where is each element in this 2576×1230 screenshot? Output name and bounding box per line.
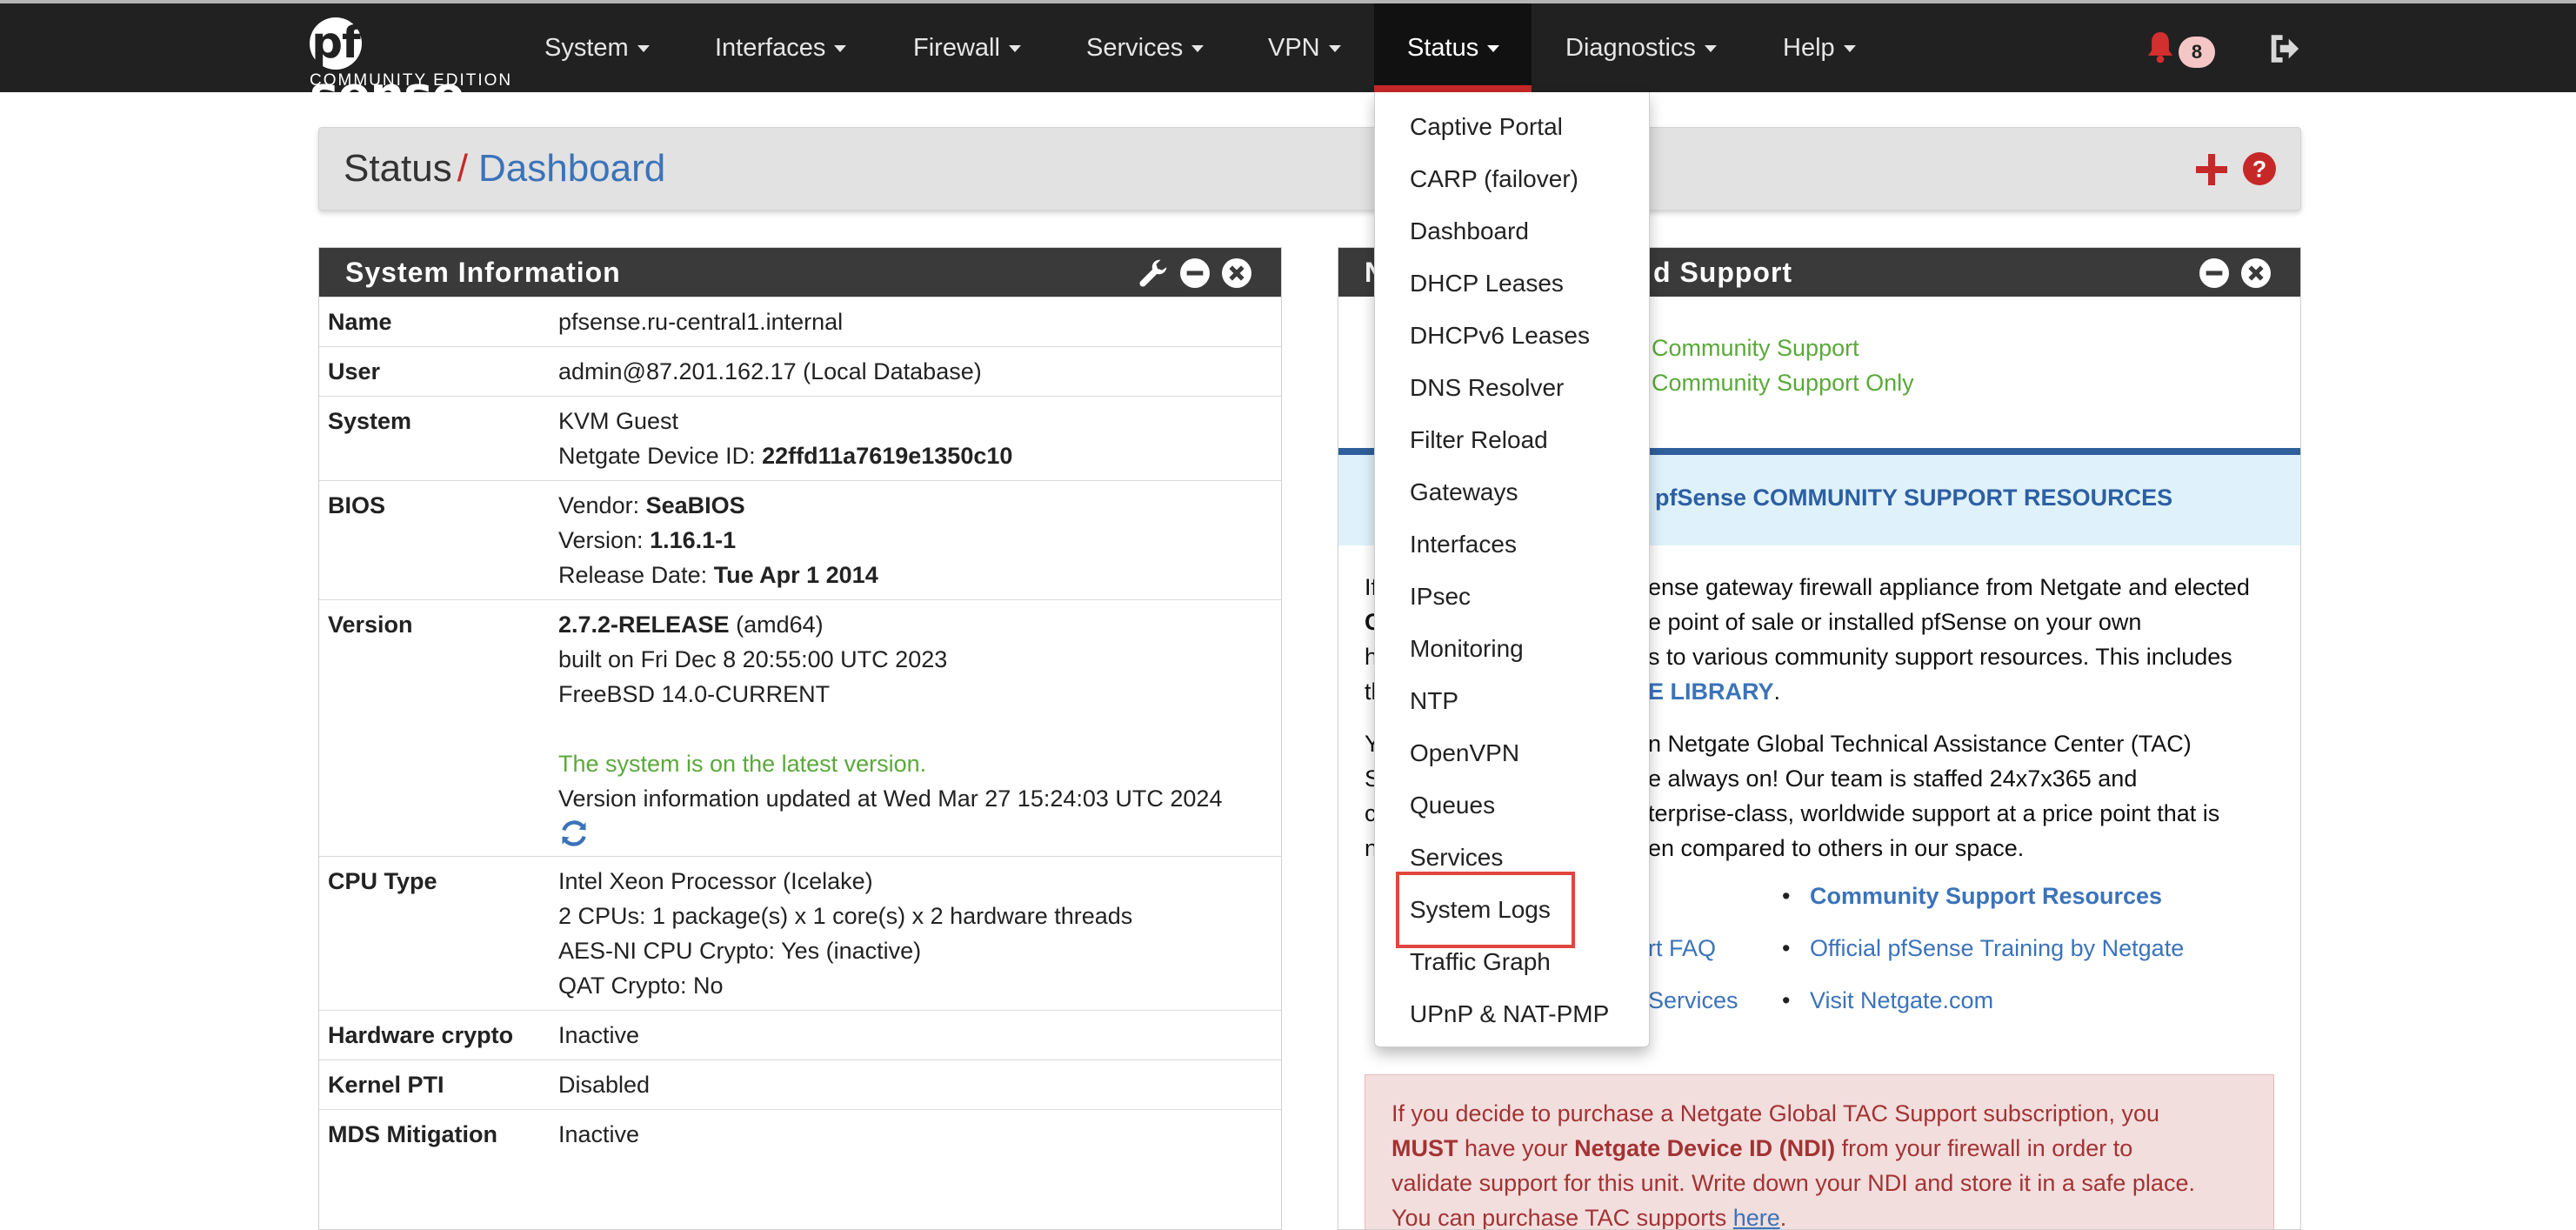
row-label: CPU Type xyxy=(319,856,550,1011)
logo-edition: COMMUNITY EDITION xyxy=(310,71,513,90)
device-id-value: 22ffd11a7619e1350c10 xyxy=(762,443,1013,469)
menu-item-queues[interactable]: Queues xyxy=(1410,788,1495,823)
menu-item-ipsec[interactable]: IPsec xyxy=(1410,579,1471,614)
minimize-icon[interactable] xyxy=(2199,258,2229,288)
status-dropdown-menu: Captive Portal CARP (failover) Dashboard… xyxy=(1374,92,1650,1047)
minimize-icon[interactable] xyxy=(1180,258,1210,288)
svg-text:?: ? xyxy=(2252,157,2266,183)
chevron-down-icon xyxy=(834,45,847,53)
table-row: System KVM Guest Netgate Device ID: 22ff… xyxy=(319,396,1281,481)
list-item: • Visit Netgate.com xyxy=(1782,987,1994,1013)
menu-item-interfaces[interactable]: Interfaces xyxy=(1410,527,1517,562)
hostname-value: pfsense.ru-central1.internal xyxy=(550,297,1281,347)
system-value: KVM Guest Netgate Device ID: 22ffd11a761… xyxy=(550,396,1281,481)
row-label: Hardware crypto xyxy=(319,1010,550,1060)
add-widget-icon[interactable] xyxy=(2194,152,2229,187)
chevron-down-icon xyxy=(1328,45,1341,53)
menu-item-upnp[interactable]: UPnP & NAT-PMP xyxy=(1410,997,1609,1032)
user-value: admin@87.201.162.17 (Local Database) xyxy=(550,346,1281,397)
nav-interfaces[interactable]: Interfaces xyxy=(715,3,847,92)
chevron-down-icon xyxy=(1191,45,1205,53)
refresh-icon[interactable] xyxy=(558,818,590,849)
table-row: Kernel PTI Disabled xyxy=(319,1060,1281,1110)
visit-netgate-link[interactable]: Visit Netgate.com xyxy=(1810,987,1993,1013)
menu-item-captive-portal[interactable]: Captive Portal xyxy=(1410,110,1563,144)
nav-vpn[interactable]: VPN xyxy=(1268,3,1341,92)
breadcrumb: Status / Dashboard ? xyxy=(318,127,2301,211)
table-row: CPU Type Intel Xeon Processor (Icelake) … xyxy=(319,856,1281,1011)
chevron-down-icon xyxy=(1487,45,1500,53)
menu-item-filter-reload[interactable]: Filter Reload xyxy=(1410,423,1548,458)
close-icon[interactable] xyxy=(1222,258,1251,288)
row-label: System xyxy=(319,396,550,481)
bios-value: Vendor: SeaBIOS Version: 1.16.1-1 Releas… xyxy=(550,480,1281,600)
nav-firewall[interactable]: Firewall xyxy=(913,3,1021,92)
breadcrumb-section: Status xyxy=(344,147,452,190)
menu-item-monitoring[interactable]: Monitoring xyxy=(1410,632,1524,666)
support-status-line: Community Support Only xyxy=(1652,370,1914,396)
table-row: Name pfsense.ru-central1.internal xyxy=(319,297,1281,347)
menu-item-dhcp-leases[interactable]: DHCP Leases xyxy=(1410,266,1564,301)
table-row: User admin@87.201.162.17 (Local Database… xyxy=(319,346,1281,397)
menu-item-traffic-graph[interactable]: Traffic Graph xyxy=(1410,945,1551,979)
menu-item-dashboard[interactable]: Dashboard xyxy=(1410,214,1529,249)
notification-count-badge[interactable]: 8 xyxy=(2179,37,2215,68)
table-row: MDS Mitigation Inactive xyxy=(319,1109,1281,1159)
table-row: Version 2.7.2-RELEASE (amd64) built on F… xyxy=(319,599,1281,857)
nav-diagnostics[interactable]: Diagnostics xyxy=(1565,3,1717,92)
system-info-table: Name pfsense.ru-central1.internal User a… xyxy=(319,297,1281,1159)
panel-title: System Information xyxy=(345,257,621,288)
nav-status[interactable]: Status xyxy=(1374,3,1532,92)
menu-item-ntp[interactable]: NTP xyxy=(1410,684,1458,719)
version-value: 2.7.2-RELEASE (amd64) built on Fri Dec 8… xyxy=(550,599,1281,857)
row-label: User xyxy=(319,346,550,397)
cpu-value: Intel Xeon Processor (Icelake) 2 CPUs: 1… xyxy=(550,856,1281,1011)
chevron-down-icon xyxy=(1008,45,1021,53)
menu-item-services[interactable]: Services xyxy=(1410,840,1503,875)
menu-item-openvpn[interactable]: OpenVPN xyxy=(1410,736,1519,771)
system-information-panel: System Information Name pfsense.ru-centr… xyxy=(318,247,1282,1230)
chevron-down-icon xyxy=(1704,45,1717,53)
community-support-resources-link[interactable]: Community Support Resources xyxy=(1810,883,2162,909)
update-status-text: The system is on the latest version. xyxy=(558,751,927,777)
logout-icon[interactable] xyxy=(2266,31,2301,66)
wrench-icon[interactable] xyxy=(1138,258,1168,288)
menu-item-gateways[interactable]: Gateways xyxy=(1410,475,1518,510)
list-item: • Official pfSense Training by Netgate xyxy=(1782,935,2185,961)
menu-item-dhcpv6-leases[interactable]: DHCPv6 Leases xyxy=(1410,318,1590,353)
chevron-down-icon xyxy=(637,45,650,53)
row-label: Name xyxy=(319,297,550,347)
library-link[interactable]: E LIBRARY xyxy=(1648,679,1774,705)
table-row: BIOS Vendor: SeaBIOS Version: 1.16.1-1 R… xyxy=(319,480,1281,600)
row-label: MDS Mitigation xyxy=(319,1109,550,1159)
menu-item-carp[interactable]: CARP (failover) xyxy=(1410,162,1578,197)
support-faq-link[interactable]: rt FAQ xyxy=(1648,935,1716,962)
support-services-link[interactable]: Services xyxy=(1648,987,1738,1014)
breadcrumb-link-dashboard[interactable]: Dashboard xyxy=(478,147,665,190)
page-title: Status / Dashboard xyxy=(344,128,665,210)
system-logs-highlight xyxy=(1396,872,1575,948)
menu-item-dns-resolver[interactable]: DNS Resolver xyxy=(1410,371,1564,405)
official-training-link[interactable]: Official pfSense Training by Netgate xyxy=(1810,935,2184,961)
purchase-tac-link[interactable]: here xyxy=(1733,1205,1780,1229)
nav-services[interactable]: Services xyxy=(1086,3,1205,92)
support-status-line: Community Support xyxy=(1652,335,1859,361)
tac-alert-box: If you decide to purchase a Netgate Glob… xyxy=(1365,1074,2274,1229)
panel-header: System Information xyxy=(319,248,1281,297)
close-icon[interactable] xyxy=(2241,258,2271,288)
chevron-down-icon xyxy=(1843,45,1856,53)
nav-help[interactable]: Help xyxy=(1783,3,1856,92)
row-label: Version xyxy=(319,599,550,857)
top-navbar: pfsense COMMUNITY EDITION System Interfa… xyxy=(0,0,2576,122)
breadcrumb-separator: / xyxy=(457,147,468,190)
row-label: BIOS xyxy=(319,480,550,600)
pfsense-logo[interactable]: pfsense COMMUNITY EDITION xyxy=(310,16,511,122)
bell-icon[interactable] xyxy=(2146,30,2175,64)
list-item: • Community Support Resources xyxy=(1782,883,2163,909)
table-row: Hardware crypto Inactive xyxy=(319,1010,1281,1060)
logo-wordmark: pfsense xyxy=(310,17,464,124)
nav-system[interactable]: System xyxy=(544,3,650,92)
help-icon[interactable]: ? xyxy=(2243,152,2276,185)
row-label: Kernel PTI xyxy=(319,1060,550,1110)
